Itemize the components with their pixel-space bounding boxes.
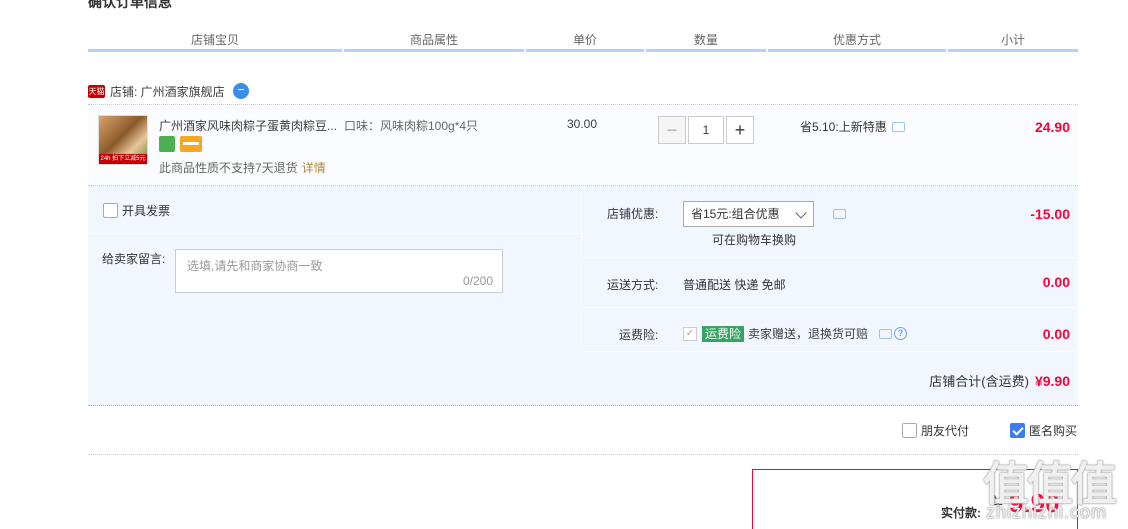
order-detail-panel: 开具发票 给卖家留言: 选填,请先和商家协商一致 0/200 店铺优惠: 省15… <box>88 186 1078 406</box>
store-total-label: 店铺合计(含运费) <box>929 374 1029 389</box>
store-discount-selected: 省15元:组合优惠 <box>691 207 780 221</box>
seller-message-input[interactable]: 选填,请先和商家协商一致 0/200 <box>175 249 503 293</box>
tmall-icon: 天猫 <box>88 84 105 98</box>
invoice-checkbox[interactable] <box>103 203 118 218</box>
insurance-line: 运费险: ✓ 运费险 卖家赠送，退换货可赔 ? 0.00 <box>583 308 1078 352</box>
friend-pay-option[interactable]: 朋友代付 <box>902 422 969 439</box>
invoice-option[interactable]: 开具发票 <box>103 202 170 219</box>
product-thumbnail[interactable]: 24h 拍下立减5元 <box>98 115 148 165</box>
service-shield-icon <box>159 136 175 152</box>
order-item-row: 24h 拍下立减5元 广州酒家风味肉粽子蛋黄肉粽豆... 此商品性质不支持7天退… <box>88 104 1078 186</box>
return-policy-note: 此商品性质不支持7天退货 详情 <box>159 159 326 176</box>
col-quantity: 数量 <box>646 30 766 52</box>
item-promotion: 省5.10:上新特惠 <box>800 118 905 135</box>
invoice-label: 开具发票 <box>122 204 171 218</box>
insurance-checkbox: ✓ <box>683 326 697 341</box>
message-icon[interactable] <box>891 121 905 132</box>
col-subtotal: 小计 <box>948 30 1078 52</box>
details-link[interactable]: 详情 <box>302 161 326 175</box>
chat-icon[interactable] <box>232 83 249 99</box>
help-icon[interactable]: ? <box>894 327 908 340</box>
column-header: 店铺宝贝 商品属性 单价 数量 优惠方式 小计 <box>88 30 1078 52</box>
shipping-method: 普通配送 快递 免邮 <box>683 278 786 292</box>
insurance-badge: 运费险 <box>702 325 745 342</box>
anonymous-option[interactable]: 匿名购买 <box>1010 422 1077 439</box>
unit-price: 30.00 <box>567 117 598 131</box>
thumbnail-badge: 24h 拍下立减5元 <box>99 154 147 164</box>
shipping-value: 0.00 <box>1042 274 1070 290</box>
store-discount-line: 店铺优惠: 省15元:组合优惠 可在购物车换购 -15.00 <box>583 186 1078 258</box>
col-unit-price: 单价 <box>526 30 644 52</box>
col-attributes: 商品属性 <box>344 30 524 52</box>
product-title[interactable]: 广州酒家风味肉粽子蛋黄肉粽豆... <box>159 117 339 134</box>
friend-pay-checkbox[interactable] <box>902 423 917 438</box>
store-total: 店铺合计(含运费) ¥9.90 <box>929 371 1070 390</box>
quantity-decrease-button[interactable]: − <box>658 116 686 144</box>
return-policy-text: 此商品性质不支持7天退货 <box>159 161 298 175</box>
message-icon[interactable] <box>879 328 893 339</box>
item-subtotal: 24.90 <box>1034 119 1070 135</box>
invoice-line: 开具发票 <box>88 186 582 234</box>
shop-name[interactable]: 店铺: 广州酒家旗舰店 <box>110 83 225 100</box>
col-discount: 优惠方式 <box>768 30 946 52</box>
checkout-options: 朋友代付 匿名购买 <box>88 420 1078 455</box>
insurance-label: 运费险: <box>619 328 659 342</box>
insurance-text: 卖家赠送，退换货可赔 <box>748 327 869 341</box>
watermark: 值值值 zhizhizhi.com <box>980 448 1128 529</box>
store-discount-value: -15.00 <box>1030 206 1070 222</box>
quantity-increase-button[interactable]: + <box>726 116 754 144</box>
store-total-amount: ¥9.90 <box>1034 373 1070 389</box>
anonymous-checkbox[interactable] <box>1010 423 1025 438</box>
page-title: 确认订单信息 <box>88 0 172 10</box>
seller-message-label: 给卖家留言: <box>102 252 166 266</box>
store-discount-select[interactable]: 省15元:组合优惠 <box>683 201 814 227</box>
watermark-text: zhizhizhi.com <box>986 502 1108 522</box>
promotion-text: 省5.10:上新特惠 <box>800 120 887 134</box>
shop-row: 天猫 店铺: 广州酒家旗舰店 <box>88 81 249 101</box>
product-attribute: 口味：风味肉粽100g*4只 <box>344 119 479 133</box>
store-discount-label: 店铺优惠: <box>607 207 659 221</box>
buyer-options-section: 开具发票 给卖家留言: 选填,请先和商家协商一致 0/200 <box>88 186 582 352</box>
quantity-stepper: − 1 + <box>658 116 754 144</box>
exchange-hint: 可在购物车换购 <box>712 233 797 247</box>
insurance-value: 0.00 <box>1042 326 1070 342</box>
friend-pay-label: 朋友代付 <box>921 424 970 438</box>
insurance-option: ✓ 运费险 卖家赠送，退换货可赔 ? <box>683 325 908 342</box>
quantity-input[interactable]: 1 <box>688 116 724 144</box>
payment-label: 实付款: <box>941 506 981 520</box>
credit-card-icon <box>180 136 202 152</box>
message-icon[interactable] <box>833 209 846 219</box>
shipping-label: 运送方式: <box>607 278 659 292</box>
anonymous-label: 匿名购买 <box>1029 424 1078 438</box>
col-shop-item: 店铺宝贝 <box>88 30 342 52</box>
shipping-line: 运送方式: 普通配送 快递 免邮 0.00 <box>583 258 1078 308</box>
chevron-down-icon <box>795 207 807 219</box>
message-placeholder: 选填,请先和商家协商一致 <box>187 259 323 273</box>
message-char-count: 0/200 <box>462 274 493 288</box>
